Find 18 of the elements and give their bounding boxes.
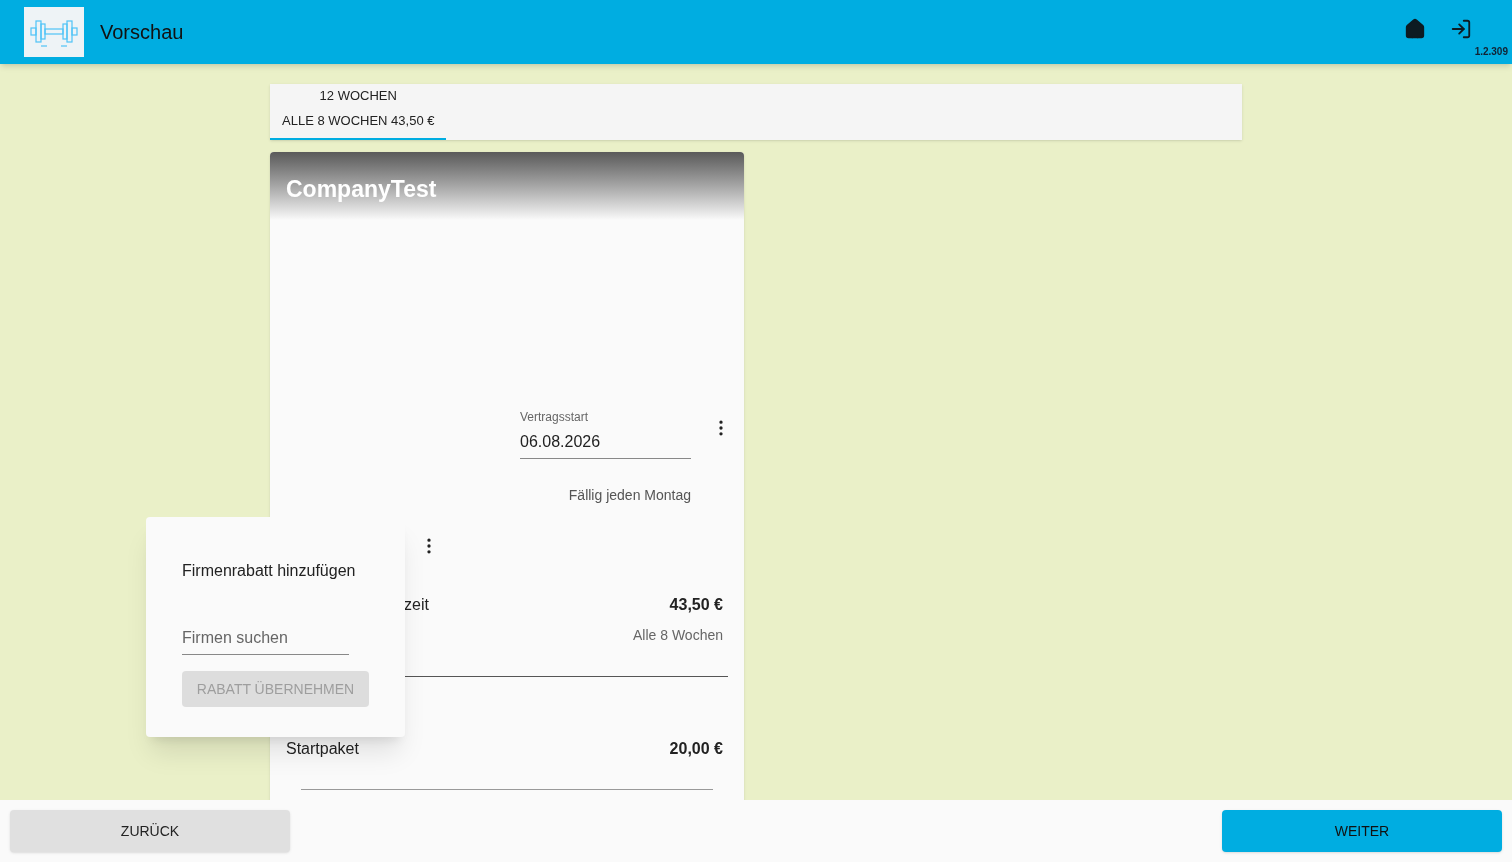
home-icon[interactable]: [1404, 17, 1426, 40]
popup-title: Firmenrabatt hinzufügen: [182, 561, 357, 581]
item-price: 43,50 €: [669, 595, 723, 615]
company-search-field[interactable]: Firmen suchen: [182, 626, 349, 655]
item-price: 20,00 €: [669, 739, 723, 759]
due-note: Fällig jeden Montag: [568, 486, 691, 505]
version-label: 1.2.309: [1474, 44, 1508, 59]
page-title: Vorschau: [100, 20, 184, 45]
next-button[interactable]: WEITER: [1222, 810, 1502, 852]
date-field[interactable]: Vertragsstart 06.08.2026: [520, 408, 691, 459]
back-button[interactable]: ZURÜCK: [10, 810, 290, 852]
item-note: Alle 8 Wochen: [633, 626, 723, 645]
item-label: zeit: [404, 595, 429, 615]
dumbbell-logo-icon: [24, 7, 84, 57]
card-title: CompanyTest: [286, 176, 437, 202]
item-label: Startpaket: [286, 739, 359, 759]
tab[interactable]: 12 WOCHEN ALLE 8 WOCHEN 43,50 €: [270, 84, 447, 140]
exit-icon[interactable]: [1450, 17, 1472, 40]
